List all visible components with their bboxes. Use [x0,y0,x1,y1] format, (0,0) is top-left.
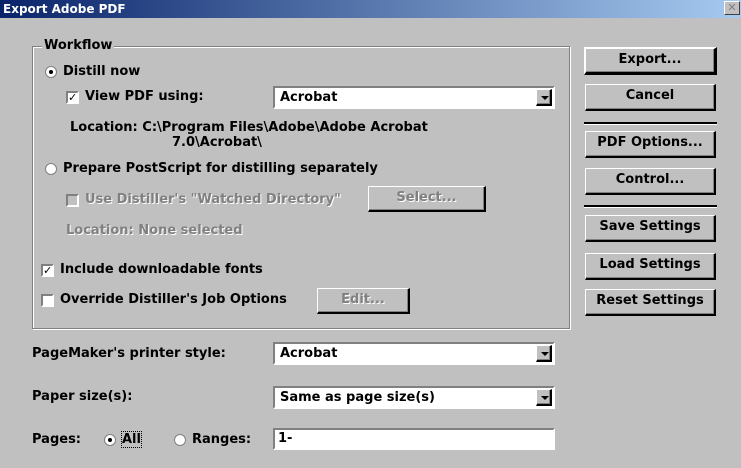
window-title: Export Adobe PDF [3,2,126,16]
pages-all-radio[interactable] [104,434,116,446]
viewer-select[interactable]: Acrobat [273,86,555,109]
paper-size-select[interactable]: Same as page size(s) [273,386,555,409]
viewer-location-line1: Location: C:\Program Files\Adobe\Adobe A… [70,120,428,135]
prepare-postscript-radio[interactable] [45,163,57,175]
printer-style-value: Acrobat [280,346,338,361]
view-pdf-label: View PDF using: [85,89,204,104]
control-button[interactable]: Control... [585,168,716,195]
radio-selected-dot [49,70,53,74]
reset-settings-button[interactable]: Reset Settings [585,289,716,316]
view-pdf-checkbox[interactable]: ✓ [66,91,79,104]
distill-now-radio[interactable] [45,66,57,78]
printer-style-dropdown-button[interactable] [536,345,552,362]
cancel-button[interactable]: Cancel [585,84,716,111]
pages-ranges-radio[interactable] [174,434,186,446]
override-job-options-label: Override Distiller's Job Options [60,292,287,307]
watched-directory-label: Use Distiller's "Watched Directory" [85,192,341,207]
chevron-down-icon [541,96,549,100]
edit-button[interactable]: Edit... [317,288,410,314]
paper-size-dropdown-button[interactable] [536,389,552,406]
select-button[interactable]: Select... [368,186,486,212]
printer-style-label: PageMaker's printer style: [32,346,226,361]
distill-now-label: Distill now [63,64,141,79]
chevron-down-icon [541,352,549,356]
viewer-location-line2: 7.0\Acrobat\ [172,135,262,150]
radio-selected-dot [108,438,112,442]
export-button[interactable]: Export... [584,47,717,75]
include-fonts-label: Include downloadable fonts [60,262,263,277]
pages-label: Pages: [32,432,82,447]
pdf-options-button[interactable]: PDF Options... [585,131,716,158]
watched-directory-checkbox[interactable] [66,194,79,207]
load-settings-button[interactable]: Load Settings [585,253,716,280]
viewer-dropdown-button[interactable] [536,89,552,106]
workflow-legend: Workflow [42,38,115,53]
save-settings-button[interactable]: Save Settings [585,215,716,242]
close-icon: ✕ [727,1,737,14]
pages-ranges-label: Ranges: [192,432,252,447]
prepare-postscript-label: Prepare PostScript for distilling separa… [63,161,378,176]
pages-all-label: All [121,431,142,448]
close-button[interactable]: ✕ [724,1,740,15]
button-separator [584,122,717,125]
printer-style-select[interactable]: Acrobat [273,342,555,365]
override-job-options-checkbox[interactable] [41,294,54,307]
paper-size-label: Paper size(s): [32,389,133,404]
chevron-down-icon [541,396,549,400]
pages-ranges-value: 1- [278,431,293,446]
title-bar: Export Adobe PDF ✕ [0,0,741,18]
pages-ranges-input[interactable]: 1- [273,428,555,450]
button-separator [584,205,717,208]
check-icon: ✓ [43,264,53,277]
paper-size-value: Same as page size(s) [280,390,435,405]
include-fonts-checkbox[interactable]: ✓ [41,264,54,277]
check-icon: ✓ [68,91,78,104]
watched-location-label: Location: None selected [66,223,243,238]
viewer-select-value: Acrobat [280,90,338,105]
